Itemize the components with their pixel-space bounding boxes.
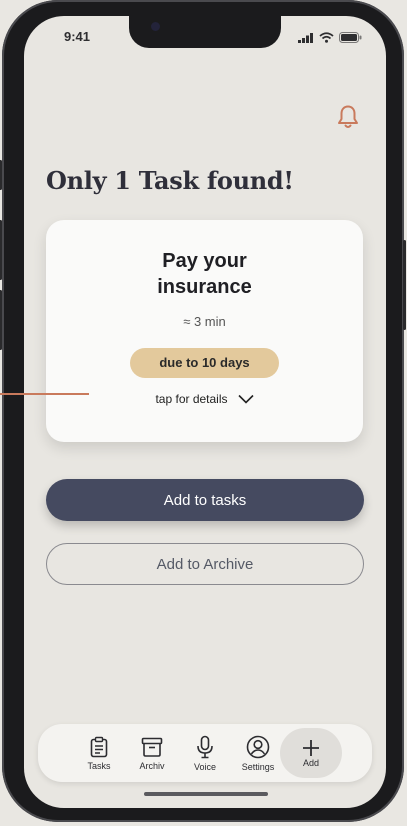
tab-tasks[interactable]: Tasks bbox=[75, 728, 123, 778]
app-screen: 9:41 Only 1 Task found! Pay your insuran… bbox=[24, 16, 386, 808]
task-card[interactable]: Pay your insurance ≈ 3 min due to 10 day… bbox=[46, 220, 363, 442]
notch bbox=[129, 16, 281, 48]
task-title-line-2: insurance bbox=[157, 276, 252, 298]
task-title: Pay your insurance bbox=[46, 248, 363, 300]
add-to-archive-button[interactable]: Add to Archive bbox=[46, 543, 364, 585]
tab-add[interactable]: Add bbox=[280, 728, 342, 778]
tab-archiv[interactable]: Archiv bbox=[128, 728, 176, 778]
status-time: 9:41 bbox=[64, 29, 91, 44]
power-button bbox=[403, 240, 406, 330]
microphone-icon bbox=[197, 735, 213, 758]
tab-label-add: Add bbox=[302, 758, 319, 768]
clipboard-icon bbox=[90, 736, 108, 757]
page-title: Only 1 Task found! bbox=[46, 166, 294, 195]
user-circle-icon bbox=[246, 735, 270, 758]
battery-icon bbox=[339, 32, 362, 43]
signal-icon bbox=[298, 32, 313, 43]
volume-down-button bbox=[0, 290, 2, 350]
phone-frame: 9:41 Only 1 Task found! Pay your insuran… bbox=[0, 0, 406, 822]
camera bbox=[151, 22, 160, 31]
tab-label-voice: Voice bbox=[193, 761, 217, 772]
notification-bell-icon[interactable] bbox=[336, 104, 360, 134]
annotation-line bbox=[0, 393, 89, 395]
task-duration: ≈ 3 min bbox=[183, 314, 226, 329]
mute-switch bbox=[0, 160, 2, 190]
details-toggle[interactable]: tap for details bbox=[46, 392, 363, 406]
wifi-icon bbox=[319, 32, 334, 43]
tab-label-settings: Settings bbox=[241, 761, 275, 772]
tab-bar: Tasks Archiv Voice Settings Add bbox=[38, 724, 372, 782]
tab-label-archiv: Archiv bbox=[139, 760, 165, 771]
add-to-tasks-button[interactable]: Add to tasks bbox=[46, 479, 364, 521]
chevron-down-icon bbox=[237, 394, 254, 404]
tab-settings[interactable]: Settings bbox=[234, 728, 282, 778]
plus-icon bbox=[303, 740, 319, 756]
home-indicator bbox=[144, 792, 268, 796]
tab-voice[interactable]: Voice bbox=[181, 728, 229, 778]
task-title-line-1: Pay your bbox=[162, 250, 247, 272]
archive-box-icon bbox=[141, 737, 163, 757]
volume-up-button bbox=[0, 220, 2, 280]
due-badge: due to 10 days bbox=[130, 348, 279, 378]
details-label: tap for details bbox=[155, 392, 228, 406]
tab-label-tasks: Tasks bbox=[87, 760, 111, 771]
status-icons bbox=[298, 32, 362, 43]
